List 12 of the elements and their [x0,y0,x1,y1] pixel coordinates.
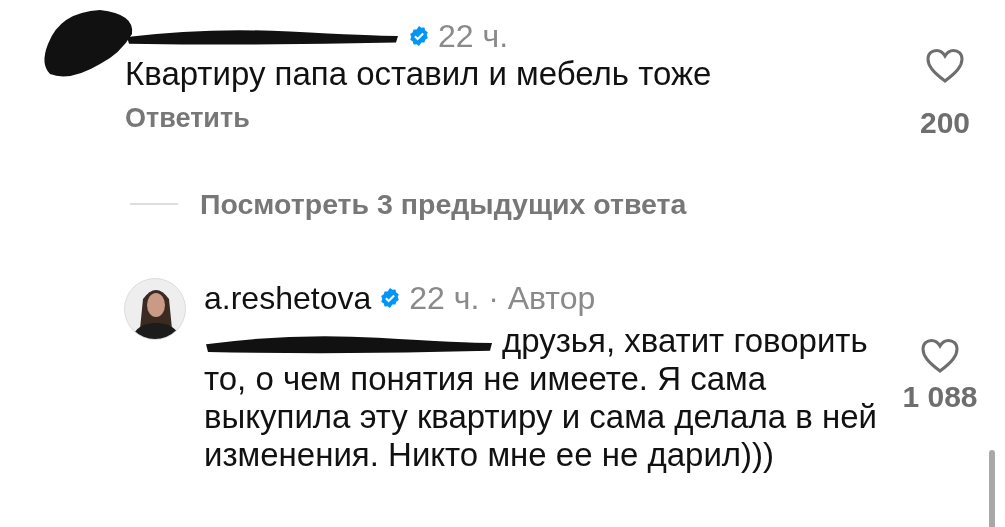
heart-icon[interactable] [925,48,965,84]
scrollbar-thumb[interactable] [989,450,995,527]
comment-text: друзья, хватит говорить то, о чем понятия не имеете. Я сама выкупила эту квартиру и сама делала в ней изменения. Никто мне ее не дарил))) [204,321,878,474]
view-replies-link[interactable]: Посмотреть 3 предыдущих ответа [200,183,687,226]
reply-link[interactable]: Ответить [125,102,250,134]
username: a.reshetova [204,279,372,316]
comment-text: Квартиру папа оставил и мебель тоже [125,54,713,94]
like-count: 1 088 [902,378,978,415]
timestamp: 22 ч. · Автор [409,279,596,316]
timestamp: 22 ч. [438,18,509,54]
like-count: 200 [919,105,971,141]
heart-icon[interactable] [920,337,960,374]
